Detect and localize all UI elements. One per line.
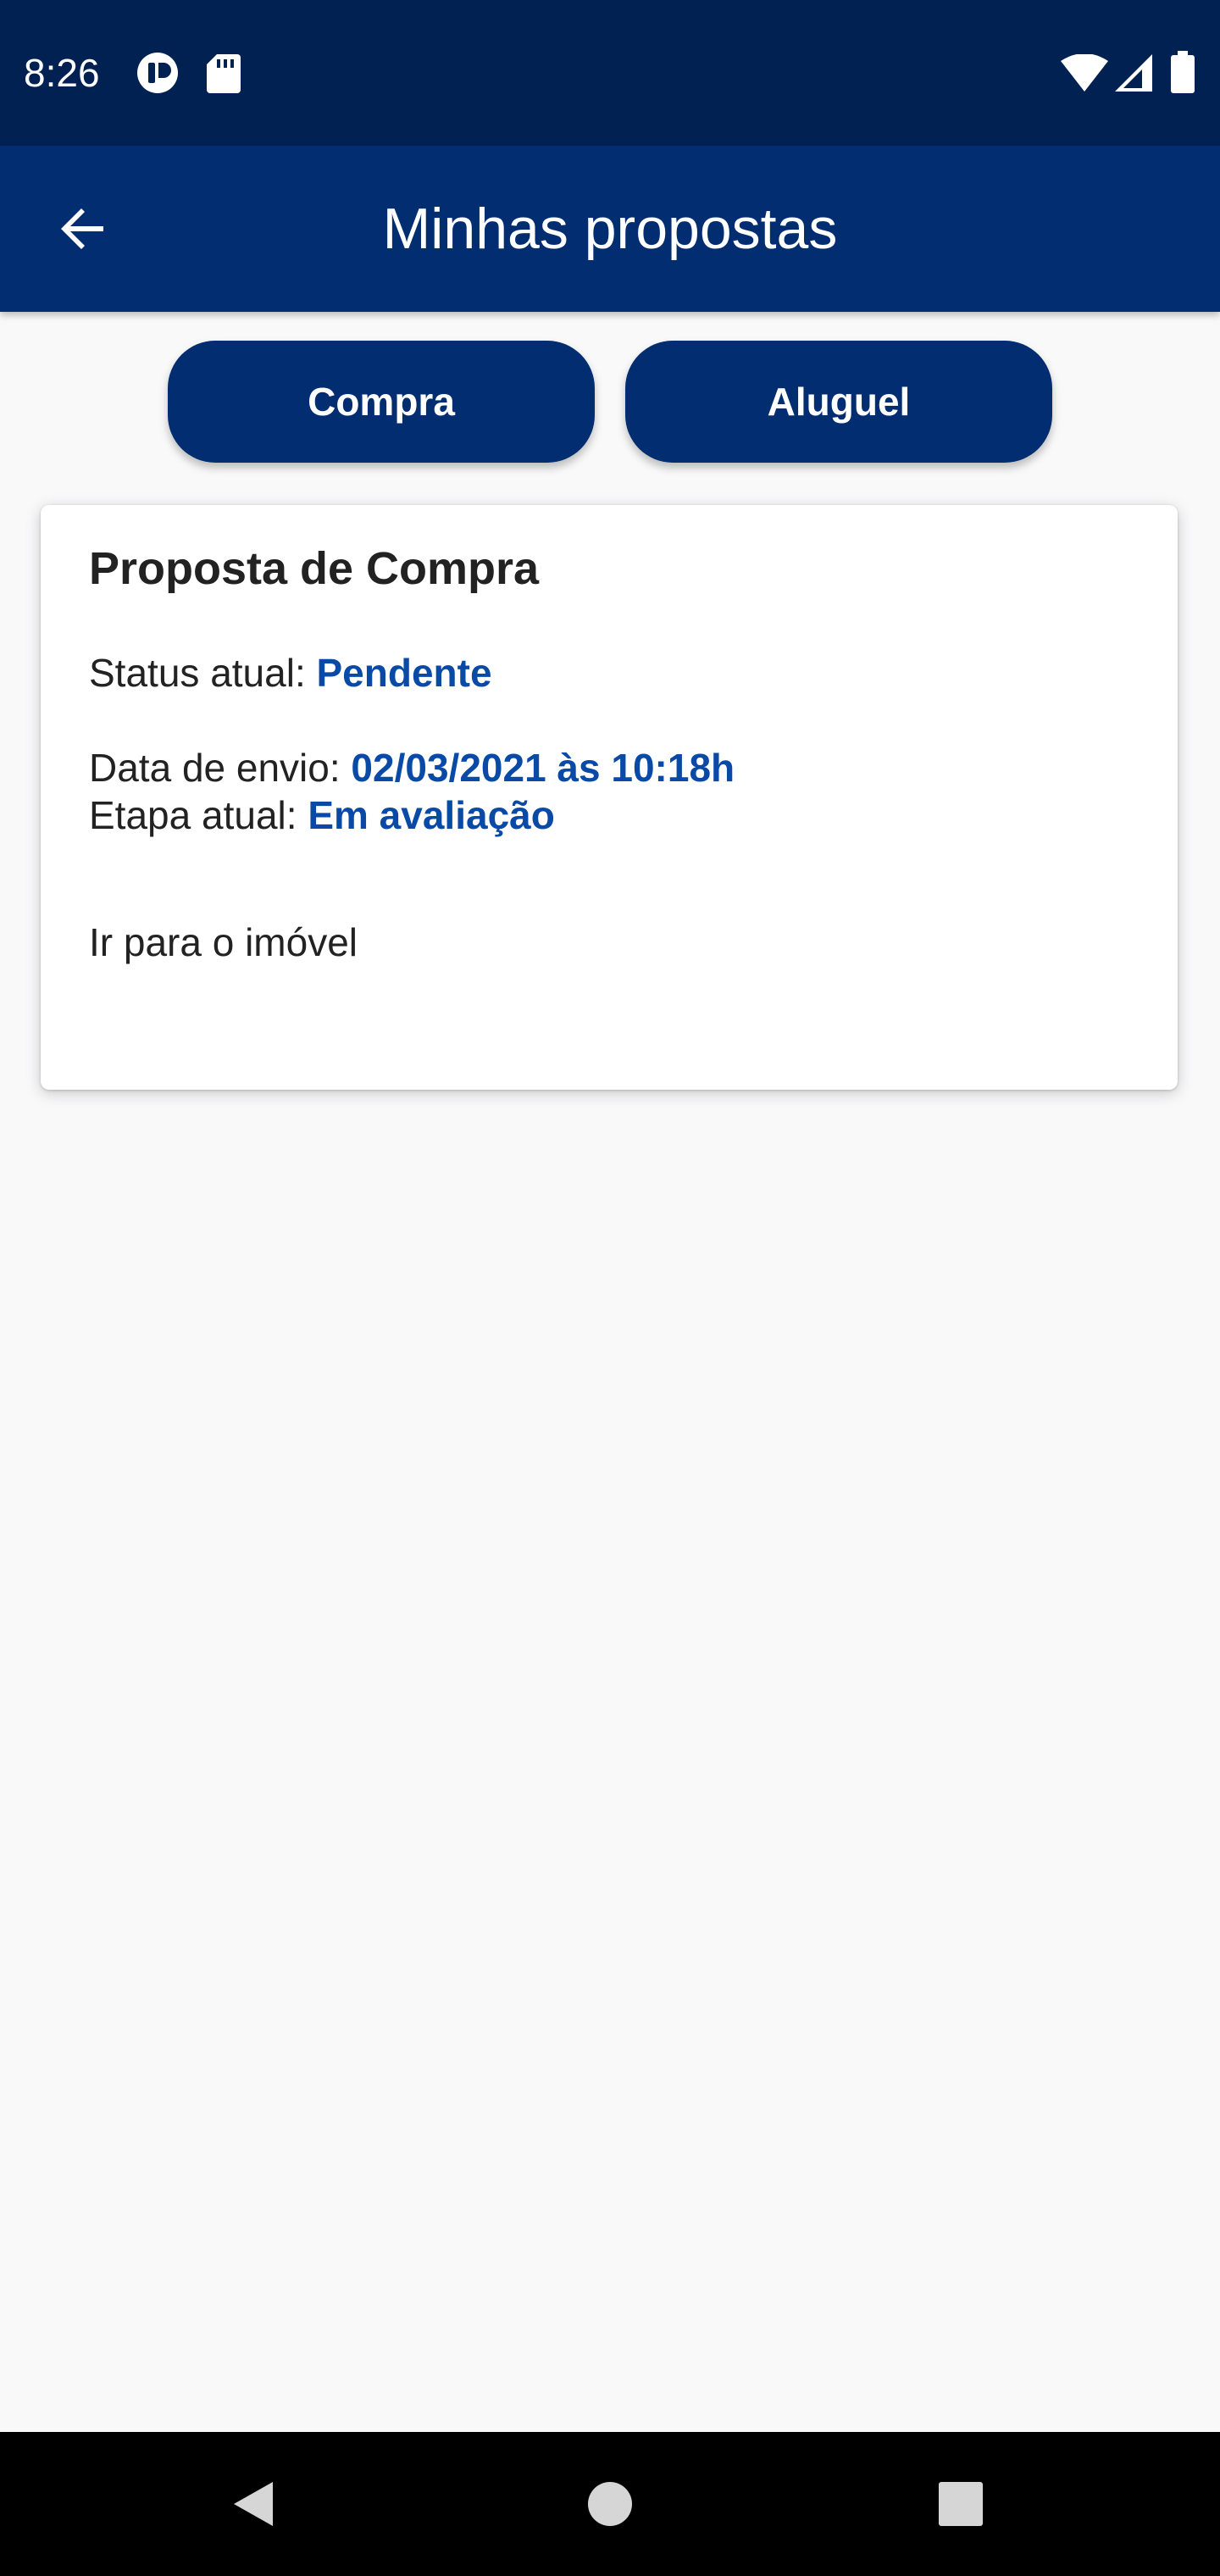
nav-recents-button[interactable] [927,2470,995,2538]
sent-date-line: Data de envio: 02/03/2021 às 10:18h [89,744,735,791]
wifi-icon [1061,54,1108,92]
tab-aluguel[interactable]: Aluguel [625,341,1052,463]
signal-icon [1115,54,1152,92]
status-time: 8:26 [24,51,100,95]
status-value: Pendente [316,651,492,695]
nav-recents-icon [939,2482,983,2526]
system-nav-bar [0,2432,1220,2576]
page-title: Minhas propostas [382,197,838,261]
card-title: Proposta de Compra [89,543,540,594]
nav-back-icon [234,2482,273,2526]
status-line: Status atual: Pendente [89,649,492,697]
nav-home-icon [588,2482,632,2526]
status-bar: 8:26 [0,0,1220,146]
sd-card-icon [207,54,241,93]
sent-date-label: Data de envio: [89,746,352,790]
stage-value: Em avaliação [308,793,555,837]
app-bar: Minhas propostas [0,146,1220,312]
nav-home-button[interactable] [576,2470,644,2538]
tab-compra[interactable]: Compra [168,341,595,463]
go-to-property-link[interactable]: Ir para o imóvel [89,917,358,968]
stage-label: Etapa atual: [89,793,308,837]
battery-icon [1171,51,1195,93]
proposal-card: Proposta de Compra Status atual: Pendent… [41,505,1178,1090]
media-app-icon [137,53,178,93]
sent-date-value: 02/03/2021 às 10:18h [351,746,735,790]
stage-line: Etapa atual: Em avaliação [89,791,555,839]
nav-back-button[interactable] [220,2470,288,2538]
status-label: Status atual: [89,651,317,695]
